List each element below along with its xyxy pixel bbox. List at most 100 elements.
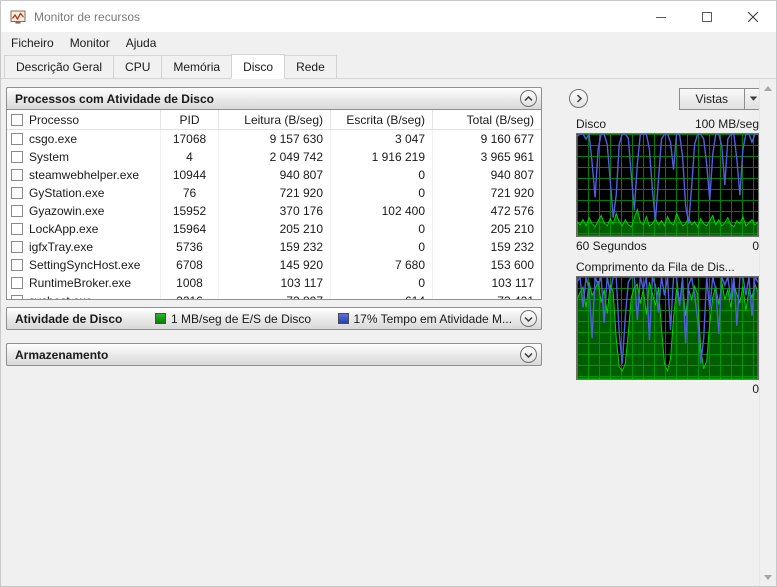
row-checkbox[interactable]: [11, 133, 23, 145]
process-write: 102 400: [331, 202, 433, 220]
y-min-label: 0: [752, 239, 759, 253]
process-total: 472 576: [490, 204, 534, 218]
table-row[interactable]: System 4 2 049 742 1 916 219 3 965 961: [7, 148, 541, 166]
column-label: Total (B/seg): [466, 112, 534, 127]
row-checkbox[interactable]: [11, 277, 23, 289]
green-legend-swatch-icon: [155, 313, 166, 324]
process-pid: 10944: [161, 166, 219, 184]
process-write: 0: [331, 238, 433, 256]
tab-memória[interactable]: Memória: [161, 55, 233, 79]
process-pid: 2216: [161, 292, 219, 299]
arrow-down-icon: [764, 575, 772, 580]
column-header-processo[interactable]: Processo: [7, 110, 161, 129]
resource-monitor-icon: [10, 10, 26, 24]
menu-item-ajuda[interactable]: Ajuda: [118, 33, 165, 53]
tab-disco[interactable]: Disco: [231, 54, 286, 79]
tab-descrição-geral[interactable]: Descrição Geral: [4, 55, 115, 79]
row-checkbox[interactable]: [11, 205, 23, 217]
process-name: LockApp.exe: [29, 222, 99, 236]
menu-item-monitor[interactable]: Monitor: [62, 33, 118, 53]
column-header-write[interactable]: Escrita (B/seg): [331, 110, 433, 129]
column-header-total[interactable]: Total (B/seg): [433, 110, 541, 129]
views-button-label[interactable]: Vistas: [680, 89, 744, 109]
process-name: svchost.exe: [29, 294, 92, 299]
resource-monitor-window: Monitor de recursos Ficheiro Monitor Ajuda…: [0, 0, 777, 587]
legend-io-label: 1 MB/seg de E/S de Disco: [171, 311, 312, 326]
chevron-right-icon: [576, 94, 582, 103]
legend-active-label: 17% Tempo em Atividade M...: [353, 311, 513, 326]
expand-disk-activity-button[interactable]: [520, 310, 537, 327]
row-checkbox[interactable]: [11, 259, 23, 271]
menu-item-ficheiro[interactable]: Ficheiro: [3, 33, 62, 53]
table-row[interactable]: LockApp.exe 15964 205 210 0 205 210: [7, 220, 541, 238]
process-total: 73 421: [433, 292, 541, 299]
table-row[interactable]: Gyazowin.exe 15952 370 176 102 400 472 576: [7, 202, 541, 220]
process-name: SettingSyncHost.exe: [29, 258, 141, 272]
process-read: 940 807: [219, 166, 331, 184]
table-row[interactable]: steamwebhelper.exe 10944 940 807 0 940 807: [7, 166, 541, 184]
scroll-up-button[interactable]: [760, 80, 776, 97]
disk-graph-scale: 100 MB/seg: [694, 117, 759, 131]
row-checkbox[interactable]: [11, 295, 23, 299]
row-checkbox[interactable]: [11, 187, 23, 199]
vertical-scrollbar[interactable]: [759, 80, 776, 586]
expand-storage-button[interactable]: [520, 346, 537, 363]
table-row[interactable]: RuntimeBroker.exe 1008 103 117 0 103 117: [7, 274, 541, 292]
views-split-button[interactable]: Vistas: [678, 87, 763, 110]
table-row[interactable]: igfxTray.exe 5736 159 232 0 159 232: [7, 238, 541, 256]
minimize-icon: [656, 16, 666, 18]
y-min-label: 0: [752, 382, 759, 396]
processes-panel-header: Processos com Atividade de Disco: [6, 87, 542, 110]
process-write: 0: [331, 166, 433, 184]
disk-activity-panel: Atividade de Disco 1 MB/seg de E/S de Di…: [6, 307, 542, 330]
process-pid: 17068: [161, 130, 219, 148]
queue-graph-axis: 0: [576, 382, 759, 396]
close-icon: [748, 11, 758, 22]
disk-graph-labels: Disco 100 MB/seg: [576, 117, 759, 131]
maximize-button[interactable]: [684, 1, 730, 32]
process-total: 721 920: [490, 186, 534, 200]
process-write: 614: [331, 292, 433, 299]
minimize-button[interactable]: [638, 1, 684, 32]
process-read: 2 049 742: [219, 148, 331, 166]
collapse-processes-button[interactable]: [520, 90, 537, 107]
process-table-body: csgo.exe 17068 9 157 630 3 047 9 160 677 Syst…: [7, 130, 541, 299]
disk-graph-axis: 60 Segundos 0: [576, 239, 759, 253]
process-pid: 5736: [161, 238, 219, 256]
tab-rede[interactable]: Rede: [284, 55, 337, 79]
table-row[interactable]: svchost.exe 221672 80761473 421: [7, 292, 541, 299]
disk-graph-title: Disco: [576, 117, 607, 131]
table-row[interactable]: GyStation.exe 76 721 920 0 721 920: [7, 184, 541, 202]
process-pid: 15952: [161, 202, 219, 220]
column-header-read[interactable]: Leitura (B/seg): [219, 110, 331, 129]
table-row[interactable]: SettingSyncHost.exe 6708 145 920 7 680 153 6…: [7, 256, 541, 274]
process-name: csgo.exe: [29, 132, 78, 146]
process-pid: 4: [161, 148, 219, 166]
row-checkbox[interactable]: [11, 223, 23, 235]
legend-disk-io: 1 MB/seg de E/S de Disco: [155, 312, 338, 326]
right-column: Vistas Disco 100 MB/seg 60 Segundos 0 Co…: [569, 87, 763, 396]
tab-cpu[interactable]: CPU: [113, 55, 163, 79]
window-title: Monitor de recursos: [34, 9, 141, 24]
scroll-down-button[interactable]: [760, 569, 776, 586]
process-read: 9 157 630: [219, 130, 331, 148]
process-read: 72 807: [219, 292, 331, 299]
blue-legend-swatch-icon: [337, 313, 349, 324]
disk-queue-graph: [576, 276, 759, 380]
process-table-header: Processo PID Leitura (B/seg) Escrita (B/…: [7, 110, 541, 130]
row-checkbox[interactable]: [11, 241, 23, 253]
column-header-pid[interactable]: PID: [161, 110, 219, 129]
maximize-icon: [702, 11, 712, 22]
close-button[interactable]: [730, 1, 776, 32]
select-all-checkbox[interactable]: [11, 113, 23, 126]
row-checkbox[interactable]: [11, 151, 23, 163]
legend-active-time: 17% Tempo em Atividade M...: [337, 311, 521, 326]
column-label: Escrita (B/seg): [346, 112, 425, 127]
storage-panel: Armazenamento: [6, 343, 542, 366]
collapse-graphs-button[interactable]: [569, 89, 588, 108]
table-row[interactable]: csgo.exe 17068 9 157 630 3 047 9 160 677: [7, 130, 541, 148]
titlebar: Monitor de recursos: [1, 1, 776, 32]
row-checkbox[interactable]: [11, 169, 23, 181]
queue-graph-labels: Comprimento da Fila de Dis...: [576, 260, 759, 274]
storage-title: Armazenamento: [15, 347, 109, 362]
